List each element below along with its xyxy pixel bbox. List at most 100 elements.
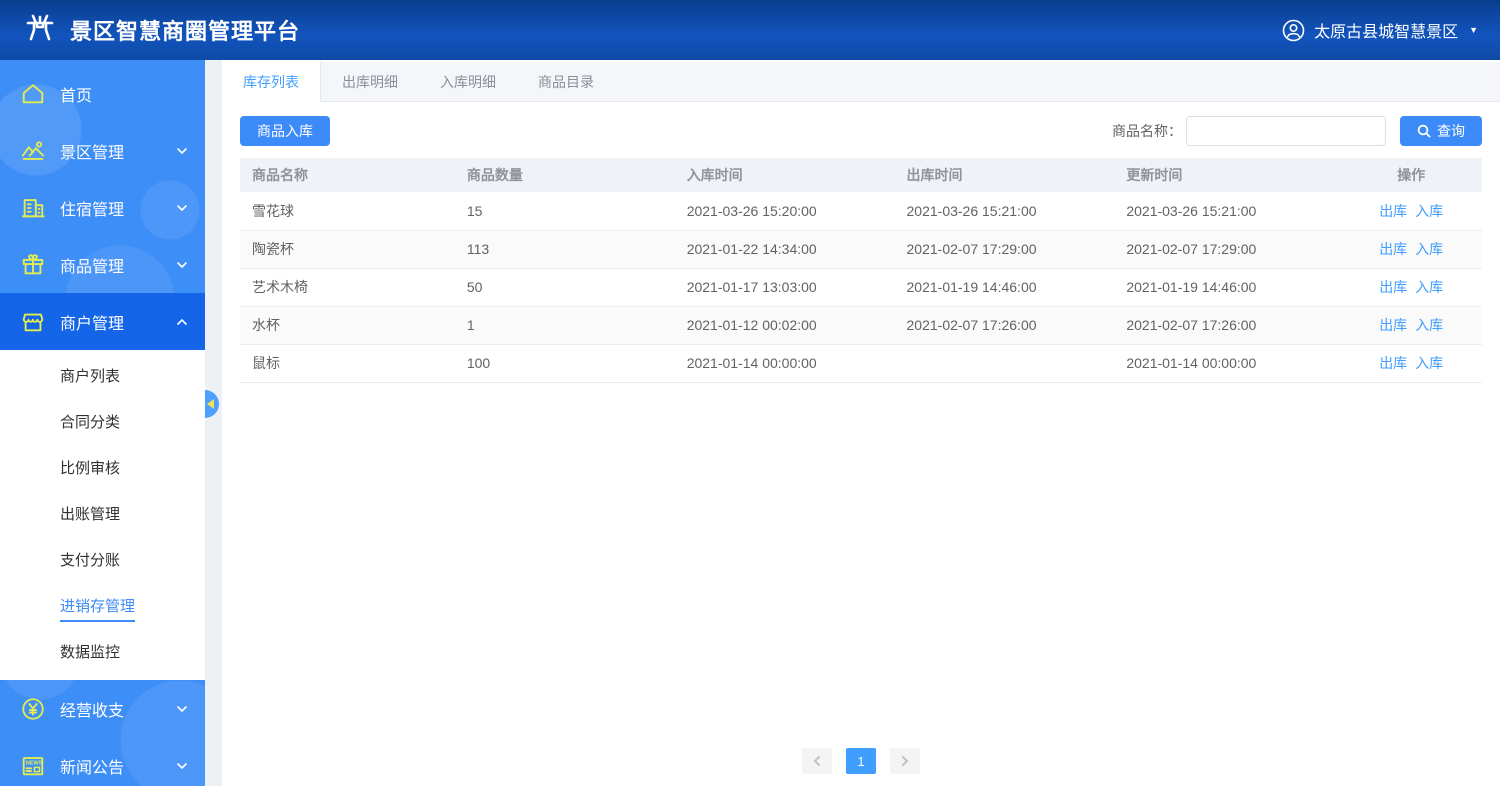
table-row: 水杯 1 2021-01-12 00:02:00 2021-02-07 17:2… (240, 306, 1482, 344)
inbound-link[interactable]: 入库 (1415, 241, 1443, 257)
table-row: 雪花球 15 2021-03-26 15:20:00 2021-03-26 15… (240, 192, 1482, 230)
user-name: 太原古县城智慧景区 (1314, 18, 1458, 42)
submenu-item-contract-category[interactable]: 合同分类 (0, 400, 205, 446)
cell-goods-name: 陶瓷杯 (240, 230, 455, 268)
sidebar-item-lodging[interactable]: 住宿管理 (0, 179, 205, 236)
query-button-label: 查询 (1437, 121, 1465, 141)
sidebar-item-label: 景区管理 (60, 139, 124, 163)
app-logo-icon (22, 12, 58, 48)
app-header: 景区智慧商圈管理平台 太原古县城智慧景区 ▼ (0, 0, 1500, 60)
page-number-current[interactable]: 1 (846, 748, 876, 774)
sidebar-item-label: 首页 (60, 82, 92, 106)
col-header-name: 商品名称 (240, 158, 455, 192)
inbound-link[interactable]: 入库 (1415, 203, 1443, 219)
sidebar-collapse-handle[interactable] (205, 390, 219, 418)
submenu-item-billing[interactable]: 出账管理 (0, 492, 205, 538)
sidebar: 首页 景区管理 住宿管理 (0, 60, 205, 786)
outbound-link[interactable]: 出库 (1379, 317, 1407, 333)
goods-inbound-button[interactable]: 商品入库 (240, 116, 330, 146)
cell-goods-qty: 50 (455, 268, 675, 306)
cell-goods-name: 水杯 (240, 306, 455, 344)
lodging-icon (20, 195, 46, 221)
cell-goods-qty: 100 (455, 344, 675, 382)
outbound-link[interactable]: 出库 (1379, 279, 1407, 295)
submenu-item-inventory[interactable]: 进销存管理 (0, 584, 205, 630)
inbound-link[interactable]: 入库 (1415, 317, 1443, 333)
cell-update-time: 2021-02-07 17:29:00 (1114, 230, 1340, 268)
sidebar-item-label: 经营收支 (60, 697, 124, 721)
cell-out-time (895, 344, 1115, 382)
merchant-submenu: 商户列表 合同分类 比例审核 出账管理 支付分账 进销存管理 数据监控 (0, 350, 205, 680)
cell-goods-name: 雪花球 (240, 192, 455, 230)
col-header-qty: 商品数量 (455, 158, 675, 192)
chevron-down-icon: ▼ (1469, 25, 1478, 35)
col-header-out-time: 出库时间 (895, 158, 1115, 192)
user-avatar-icon (1282, 19, 1305, 42)
outbound-link[interactable]: 出库 (1379, 241, 1407, 257)
cell-in-time: 2021-01-22 14:34:00 (675, 230, 895, 268)
table-row: 鼠标 100 2021-01-14 00:00:00 2021-01-14 00… (240, 344, 1482, 382)
cell-out-time: 2021-01-19 14:46:00 (895, 268, 1115, 306)
tab-outbound-detail[interactable]: 出库明细 (321, 62, 419, 101)
sidebar-item-merchant[interactable]: 商户管理 (0, 293, 205, 350)
cell-in-time: 2021-01-17 13:03:00 (675, 268, 895, 306)
sidebar-item-home[interactable]: 首页 (0, 65, 205, 122)
chevron-up-icon (175, 315, 189, 329)
query-button[interactable]: 查询 (1400, 116, 1482, 146)
toolbar: 商品入库 商品名称： 查询 (222, 102, 1500, 158)
chevron-down-icon (175, 258, 189, 272)
cell-out-time: 2021-02-07 17:26:00 (895, 306, 1115, 344)
cell-goods-qty: 15 (455, 192, 675, 230)
cell-update-time: 2021-03-26 15:21:00 (1114, 192, 1340, 230)
submenu-item-data-monitor[interactable]: 数据监控 (0, 630, 205, 676)
home-icon (20, 81, 46, 107)
cell-update-time: 2021-01-19 14:46:00 (1114, 268, 1340, 306)
cell-in-time: 2021-01-12 00:02:00 (675, 306, 895, 344)
next-page-button[interactable] (890, 748, 920, 774)
cell-goods-name: 鼠标 (240, 344, 455, 382)
prev-page-button[interactable] (802, 748, 832, 774)
outbound-link[interactable]: 出库 (1379, 355, 1407, 371)
chevron-down-icon (175, 759, 189, 773)
tab-stock-list[interactable]: 库存列表 (222, 62, 321, 102)
outbound-link[interactable]: 出库 (1379, 203, 1407, 219)
cell-out-time: 2021-02-07 17:29:00 (895, 230, 1115, 268)
search-icon (1417, 124, 1431, 138)
goods-name-input[interactable] (1186, 116, 1386, 146)
sidebar-item-scenic[interactable]: 景区管理 (0, 122, 205, 179)
table-row: 陶瓷杯 113 2021-01-22 14:34:00 2021-02-07 1… (240, 230, 1482, 268)
submenu-item-merchant-list[interactable]: 商户列表 (0, 354, 205, 400)
cell-update-time: 2021-02-07 17:26:00 (1114, 306, 1340, 344)
tab-goods-catalog[interactable]: 商品目录 (517, 62, 615, 101)
sidebar-item-revenue[interactable]: 经营收支 (0, 680, 205, 737)
stock-table: 商品名称 商品数量 入库时间 出库时间 更新时间 操作 雪花球 15 2021-… (222, 158, 1500, 383)
tabs-bar: 库存列表 出库明细 入库明细 商品目录 (222, 62, 1500, 102)
sidebar-item-label: 商品管理 (60, 253, 124, 277)
col-header-operation: 操作 (1340, 158, 1482, 192)
page-title: 景区智慧商圈管理平台 (70, 14, 300, 46)
cell-in-time: 2021-03-26 15:20:00 (675, 192, 895, 230)
user-menu[interactable]: 太原古县城智慧景区 ▼ (1282, 18, 1478, 42)
revenue-icon (20, 696, 46, 722)
tab-inbound-detail[interactable]: 入库明细 (419, 62, 517, 101)
goods-name-label: 商品名称： (1112, 121, 1182, 141)
chevron-down-icon (175, 201, 189, 215)
goods-icon (20, 252, 46, 278)
chevron-down-icon (175, 144, 189, 158)
sidebar-item-news[interactable]: NEWS 新闻公告 (0, 737, 205, 786)
sidebar-item-label: 新闻公告 (60, 754, 124, 778)
cell-update-time: 2021-01-14 00:00:00 (1114, 344, 1340, 382)
col-header-in-time: 入库时间 (675, 158, 895, 192)
inbound-link[interactable]: 入库 (1415, 279, 1443, 295)
cell-goods-name: 艺术木椅 (240, 268, 455, 306)
chevron-down-icon (175, 702, 189, 716)
svg-text:NEWS: NEWS (26, 760, 43, 766)
sidebar-item-label: 住宿管理 (60, 196, 124, 220)
submenu-item-ratio-review[interactable]: 比例审核 (0, 446, 205, 492)
submenu-item-payment-split[interactable]: 支付分账 (0, 538, 205, 584)
merchant-icon (20, 309, 46, 335)
sidebar-item-goods[interactable]: 商品管理 (0, 236, 205, 293)
cell-in-time: 2021-01-14 00:00:00 (675, 344, 895, 382)
cell-out-time: 2021-03-26 15:21:00 (895, 192, 1115, 230)
inbound-link[interactable]: 入库 (1415, 355, 1443, 371)
